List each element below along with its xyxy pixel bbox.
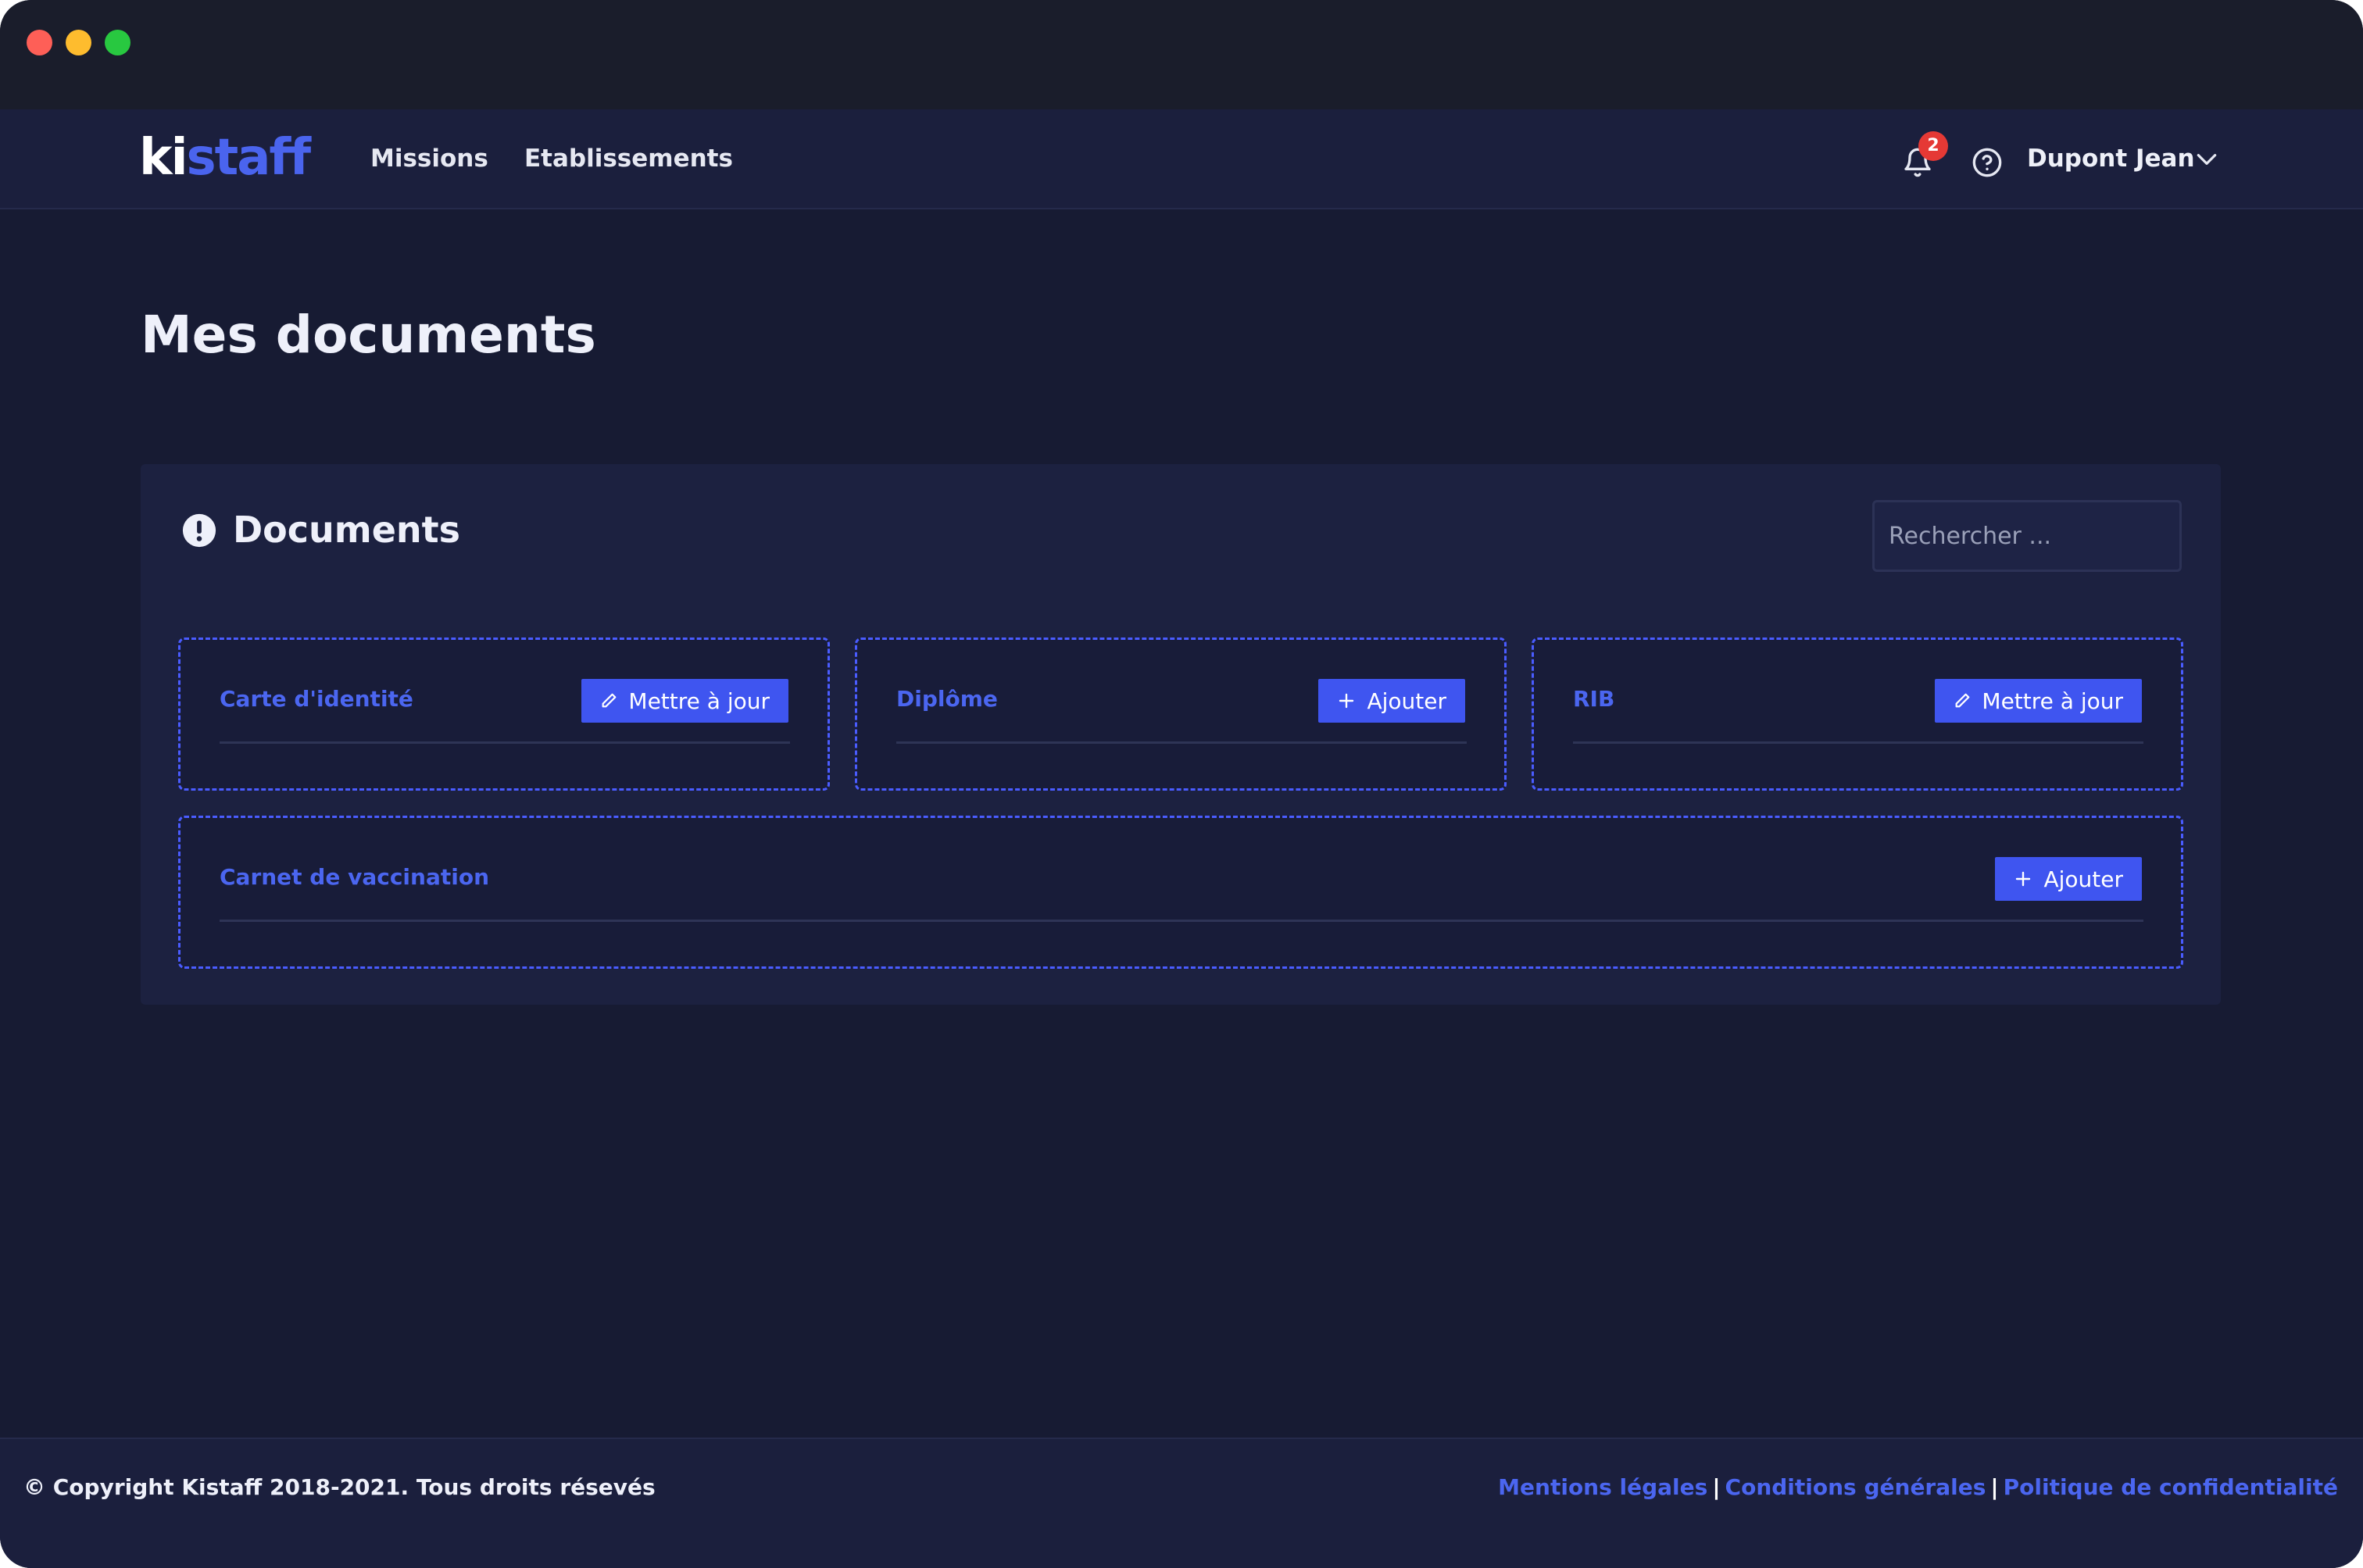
divider <box>896 741 1467 744</box>
browser-window: kistaff Missions Etablissements 2 Dupont… <box>0 0 2363 1568</box>
pencil-icon <box>602 693 617 708</box>
top-navbar: kistaff Missions Etablissements 2 Dupont… <box>0 109 2363 209</box>
divider <box>220 920 2143 922</box>
panel-title: Documents <box>233 509 461 551</box>
document-label: Carnet de vaccination <box>220 864 490 890</box>
kistaff-logo[interactable]: kistaff <box>139 127 311 189</box>
plus-icon <box>1339 693 1354 709</box>
document-card-rib: RIB Mettre à jour <box>1532 638 2183 791</box>
close-window-button[interactable] <box>27 30 52 55</box>
footer-links: Mentions légales | Conditions générales | Po… <box>1498 1472 2338 1503</box>
document-label: RIB <box>1573 686 1615 712</box>
update-button-label: Mettre à jour <box>1982 688 2123 714</box>
divider <box>220 741 790 744</box>
maximize-window-button[interactable] <box>105 30 130 55</box>
update-button[interactable]: Mettre à jour <box>581 679 788 723</box>
divider <box>1573 741 2143 744</box>
documents-panel: Documents Carte d'identité Mettre à jour… <box>141 464 2221 1005</box>
search-input[interactable] <box>1872 500 2182 572</box>
alert-circle-icon <box>182 513 216 548</box>
add-button[interactable]: Ajouter <box>1995 857 2142 901</box>
link-separator: | <box>1990 1474 1999 1500</box>
nav-missions[interactable]: Missions <box>370 141 488 177</box>
nav-etablissements[interactable]: Etablissements <box>524 141 733 177</box>
document-label: Diplôme <box>896 686 998 712</box>
page-footer: © Copyright Kistaff 2018-2021. Tous droi… <box>0 1438 2363 1568</box>
link-separator: | <box>1712 1474 1721 1500</box>
pencil-icon <box>1955 693 1970 708</box>
link-conditions-generales[interactable]: Conditions générales <box>1725 1474 1986 1500</box>
window-titlebar <box>0 0 2363 109</box>
add-button-label: Ajouter <box>1367 688 1446 714</box>
document-card-carnet-vaccination: Carnet de vaccination Ajouter <box>178 816 2183 969</box>
page-title: Mes documents <box>141 305 596 365</box>
link-mentions-legales[interactable]: Mentions légales <box>1498 1474 1707 1500</box>
document-card-carte-identite: Carte d'identité Mettre à jour <box>178 638 830 791</box>
link-politique-confidentialite[interactable]: Politique de confidentialité <box>2004 1474 2338 1500</box>
add-button[interactable]: Ajouter <box>1318 679 1465 723</box>
document-label: Carte d'identité <box>220 686 413 712</box>
document-card-diplome: Diplôme Ajouter <box>855 638 1507 791</box>
chevron-down-icon[interactable] <box>2194 150 2219 169</box>
update-button[interactable]: Mettre à jour <box>1935 679 2142 723</box>
help-icon[interactable] <box>1972 147 2003 178</box>
plus-icon <box>2016 871 2031 887</box>
minimize-window-button[interactable] <box>66 30 91 55</box>
user-menu-name[interactable]: Dupont Jean <box>2027 141 2195 177</box>
copyright-text: © Copyright Kistaff 2018-2021. Tous droi… <box>23 1474 656 1500</box>
update-button-label: Mettre à jour <box>628 688 770 714</box>
notification-badge: 2 <box>1918 131 1948 161</box>
add-button-label: Ajouter <box>2043 866 2123 892</box>
